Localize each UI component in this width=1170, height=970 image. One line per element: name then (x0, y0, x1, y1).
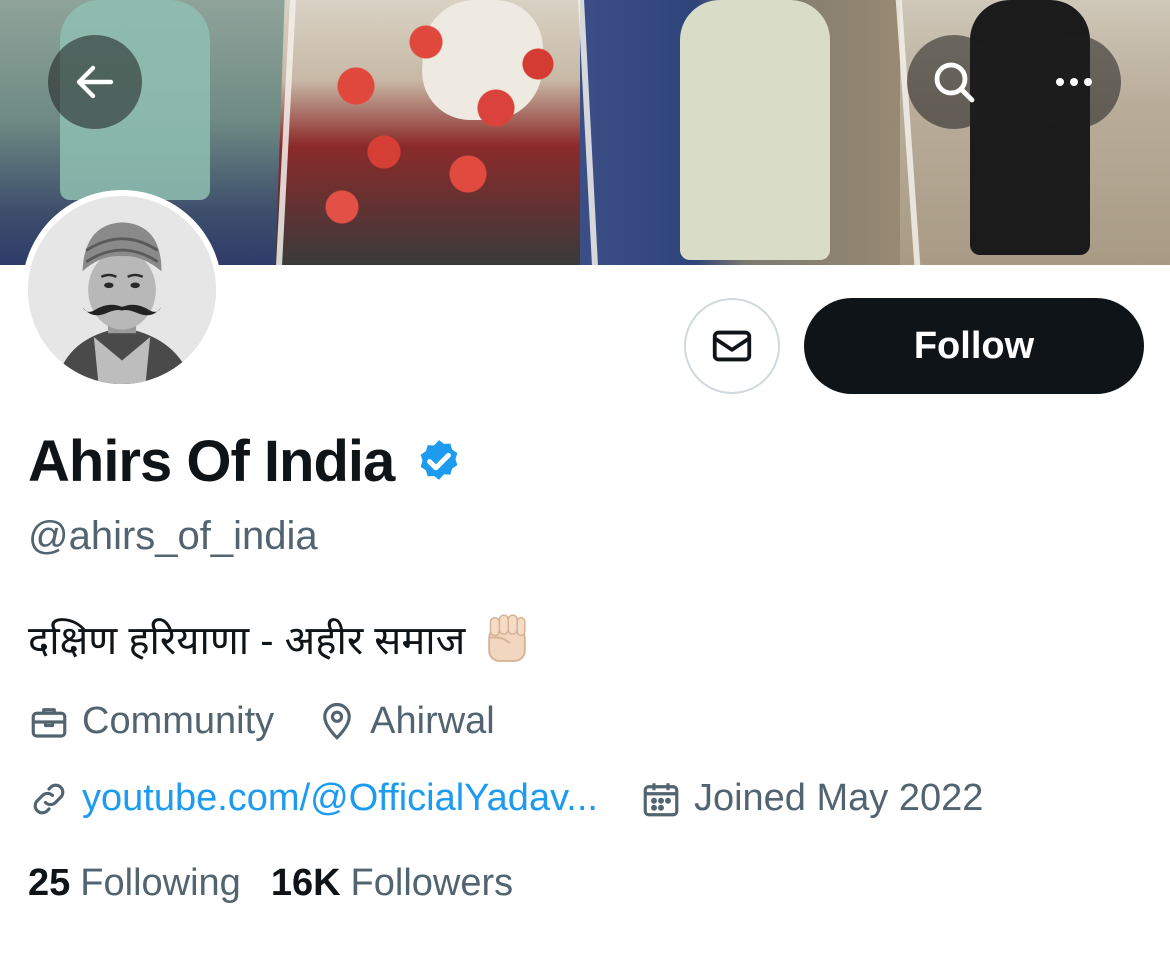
location-pin-icon (323, 702, 351, 740)
location-item: Ahirwal (316, 700, 495, 743)
banner-panel-3 (580, 0, 910, 265)
briefcase-icon (31, 707, 67, 738)
bio-text: दक्षिण हरियाणा - अहीर समाज (28, 618, 466, 663)
follow-button[interactable]: Follow (804, 298, 1144, 394)
arrow-left-icon (76, 65, 114, 99)
verified-badge-icon[interactable] (414, 437, 464, 487)
avatar-portrait (28, 196, 216, 384)
joined-item: Joined May 2022 (640, 777, 983, 820)
avatar-image (28, 196, 216, 384)
following-count: 25 (28, 862, 71, 904)
message-button[interactable] (684, 298, 780, 394)
envelope-icon (712, 330, 752, 362)
following-label: Following (80, 862, 241, 904)
search-icon (934, 62, 975, 103)
following-stat[interactable]: 25 Following (28, 862, 241, 905)
display-name: Ahirs Of India (28, 429, 395, 494)
location-label: Ahirwal (370, 700, 495, 742)
followers-stat[interactable]: 16K Followers (271, 862, 513, 905)
banner-figure (680, 0, 830, 260)
name-row: Ahirs Of India (28, 428, 464, 495)
category-item: Community (28, 700, 274, 743)
category-label: Community (82, 700, 275, 742)
profile-meta-row: youtube.com/@OfficialYadav... Joined May… (28, 777, 1025, 820)
follow-stats: 25 Following 16K Followers (28, 862, 543, 905)
username-handle: @ahirs_of_india (28, 514, 318, 558)
calendar-icon (643, 782, 679, 816)
followers-count: 16K (270, 862, 341, 904)
profile-meta-row: Community Ahirwal (28, 700, 537, 743)
raised-fist-emoji (488, 614, 527, 662)
joined-date: Joined May 2022 (693, 777, 984, 819)
link-icon (33, 783, 65, 814)
website-link[interactable]: youtube.com/@OfficialYadav... (82, 777, 598, 820)
banner-crowd (300, 20, 580, 240)
website-item[interactable]: youtube.com/@OfficialYadav... (28, 777, 598, 820)
more-horizontal-icon (1056, 78, 1092, 86)
search-button[interactable] (907, 35, 1001, 129)
profile-bio: दक्षिण हरियाणा - अहीर समाज (28, 610, 533, 666)
more-options-button[interactable] (1027, 35, 1121, 129)
profile-avatar[interactable] (22, 190, 222, 390)
followers-label: Followers (350, 862, 514, 904)
back-button[interactable] (48, 35, 142, 129)
